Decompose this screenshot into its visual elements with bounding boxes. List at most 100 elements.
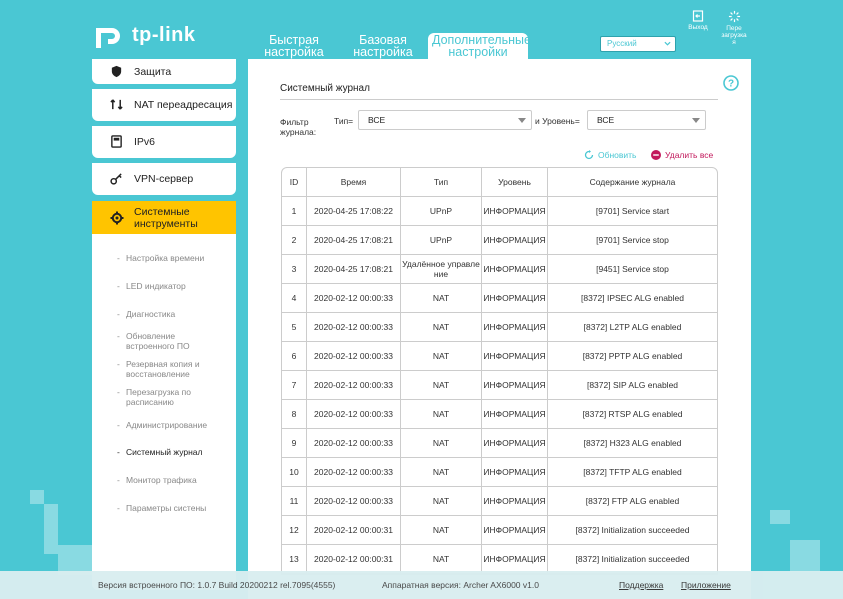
filter-label-2: журнала: — [280, 127, 317, 137]
submenu-label-1: Обновление — [126, 331, 176, 341]
cell-time: 2020-02-12 00:00:31 — [307, 545, 401, 573]
level-filter-label: и Уровень= — [535, 116, 580, 126]
table-row: 2 2020-04-25 17:08:21 UPnP ИНФОРМАЦИЯ [9701]… — [282, 226, 717, 255]
help-icon[interactable]: ? — [723, 75, 739, 91]
table-row: 10 2020-02-12 00:00:33 NAT ИНФОРМАЦИЯ [8372]… — [282, 458, 717, 487]
cell-level: ИНФОРМАЦИЯ — [482, 226, 548, 254]
refresh-button[interactable]: Обновить — [584, 150, 637, 160]
sidebar-item-ipv6[interactable]: IPv6 — [92, 126, 236, 158]
cell-level: ИНФОРМАЦИЯ — [482, 371, 548, 399]
cell-time: 2020-02-12 00:00:33 — [307, 429, 401, 457]
table-row: 1 2020-04-25 17:08:22 UPnP ИНФОРМАЦИЯ [9701]… — [282, 197, 717, 226]
table-row: 9 2020-02-12 00:00:33 NAT ИНФОРМАЦИЯ [8372] … — [282, 429, 717, 458]
app-link[interactable]: Приложение — [681, 580, 731, 590]
cell-level: ИНФОРМАЦИЯ — [482, 400, 548, 428]
dropdown-arrow-icon — [518, 118, 526, 123]
level-filter-select[interactable]: ВСЕ — [587, 110, 706, 130]
logo-text: tp-link — [132, 23, 196, 46]
cell-type: NAT — [401, 313, 482, 341]
decor-square — [770, 510, 790, 524]
decor-square — [44, 504, 58, 554]
delete-all-button[interactable]: Удалить все — [651, 150, 713, 160]
tab-basic[interactable]: Базовая настройка — [352, 33, 414, 59]
tab-quick-setup[interactable]: Быстрая настройка — [262, 33, 326, 59]
support-link[interactable]: Поддержка — [619, 580, 663, 590]
submenu-reboot-schedule[interactable]: Перезагрузка по расписанию — [117, 387, 191, 407]
column-header-level: Уровень — [482, 168, 548, 196]
cell-id: 1 — [282, 197, 307, 225]
cell-id: 11 — [282, 487, 307, 515]
cell-time: 2020-02-12 00:00:33 — [307, 371, 401, 399]
column-header-time: Время — [307, 168, 401, 196]
cell-message: [8372] Initialization succeeded — [575, 554, 690, 564]
cell-id: 9 — [282, 429, 307, 457]
tp-link-logo: tp-link — [92, 18, 196, 52]
language-select[interactable]: Русский — [600, 36, 676, 52]
cell-message: [8372] H323 ALG enabled — [583, 438, 682, 448]
sidebar-item-security[interactable]: Защита — [92, 59, 236, 84]
cell-type: NAT — [401, 458, 482, 486]
cell-message: [8372] TFTP ALG enabled — [583, 467, 682, 477]
reboot-button[interactable]: Пере загрузка я — [718, 10, 750, 46]
submenu-administration[interactable]: Администрирование — [117, 420, 207, 430]
logout-icon — [692, 10, 704, 22]
dropdown-arrow-icon — [692, 118, 700, 123]
logout-button[interactable]: Выход — [685, 10, 711, 31]
logout-label: Выход — [688, 24, 708, 31]
cell-level: ИНФОРМАЦИЯ — [482, 458, 548, 486]
cell-type: NAT — [401, 371, 482, 399]
cell-level: ИНФОРМАЦИЯ — [482, 197, 548, 225]
table-row: 12 2020-02-12 00:00:31 NAT ИНФОРМАЦИЯ [8372]… — [282, 516, 717, 545]
table-row: 8 2020-02-12 00:00:33 NAT ИНФОРМАЦИЯ [8372] … — [282, 400, 717, 429]
cell-time: 2020-04-25 17:08:21 — [307, 255, 401, 283]
page-title: Системный журнал — [280, 83, 370, 94]
cell-message: [8372] PPTP ALG enabled — [582, 351, 683, 361]
reboot-label-2: загрузка — [721, 32, 747, 39]
nat-icon — [110, 98, 124, 112]
submenu-diagnostics[interactable]: Диагностика — [117, 309, 175, 319]
submenu-firmware-upgrade[interactable]: Обновление встроенного ПО — [117, 331, 190, 351]
cell-level: ИНФОРМАЦИЯ — [482, 545, 548, 573]
cell-id: 5 — [282, 313, 307, 341]
cell-type: NAT — [401, 429, 482, 457]
reboot-icon — [728, 10, 740, 23]
sidebar-item-label: IPv6 — [134, 136, 156, 148]
cell-time: 2020-04-25 17:08:21 — [307, 226, 401, 254]
cell-message: [9701] Service stop — [596, 235, 669, 245]
cell-id: 2 — [282, 226, 307, 254]
cell-time: 2020-02-12 00:00:33 — [307, 342, 401, 370]
cell-level: ИНФОРМАЦИЯ — [482, 255, 548, 283]
cell-message: [8372] Initialization succeeded — [575, 525, 690, 535]
table-row: 11 2020-02-12 00:00:33 NAT ИНФОРМАЦИЯ [8372]… — [282, 487, 717, 516]
sidebar-item-vpn[interactable]: VPN-сервер — [92, 163, 236, 195]
system-tools-submenu: Настройка времени LED индикатор Диагност… — [92, 234, 236, 590]
cell-time: 2020-04-25 17:08:22 — [307, 197, 401, 225]
submenu-label-2: встроенного ПО — [126, 341, 190, 351]
submenu-backup-restore[interactable]: Резервная копия и восстановление — [117, 359, 200, 379]
tab-advanced[interactable]: Дополнительные настройки — [428, 33, 531, 59]
cell-type: NAT — [401, 516, 482, 544]
cell-level: ИНФОРМАЦИЯ — [482, 342, 548, 370]
filter-label-1: Фильтр — [280, 117, 309, 127]
vpn-key-icon — [110, 172, 124, 186]
cell-message: [9701] Service start — [595, 206, 670, 216]
submenu-traffic-monitor[interactable]: Монитор трафика — [117, 475, 197, 485]
cell-id: 7 — [282, 371, 307, 399]
cell-level: ИНФОРМАЦИЯ — [482, 313, 548, 341]
type-filter-select[interactable]: ВСЕ — [358, 110, 532, 130]
column-header-id: ID — [282, 168, 307, 196]
sidebar-item-nat[interactable]: NAT переадресация — [92, 89, 236, 121]
submenu-time-settings[interactable]: Настройка времени — [117, 253, 204, 263]
submenu-label-2: восстановление — [126, 369, 190, 379]
sidebar-item-system-tools[interactable]: Системные инструменты — [92, 201, 236, 235]
type-filter-value: ВСЕ — [368, 115, 386, 125]
submenu-system-params[interactable]: Параметры систены — [117, 503, 206, 513]
submenu-system-log[interactable]: Системный журнал — [117, 447, 203, 457]
table-header-row: ID Время Тип Уровень Содержание журнала — [282, 168, 717, 197]
submenu-led[interactable]: LED индикатор — [117, 281, 186, 291]
cell-id: 6 — [282, 342, 307, 370]
sidebar-item-label: Защита — [134, 65, 172, 78]
hardware-version: Аппаратная версия: Archer AX6000 v1.0 — [382, 580, 539, 590]
cell-message: [8372] IPSEC ALG enabled — [580, 293, 685, 303]
tp-link-logo-icon — [96, 28, 120, 48]
